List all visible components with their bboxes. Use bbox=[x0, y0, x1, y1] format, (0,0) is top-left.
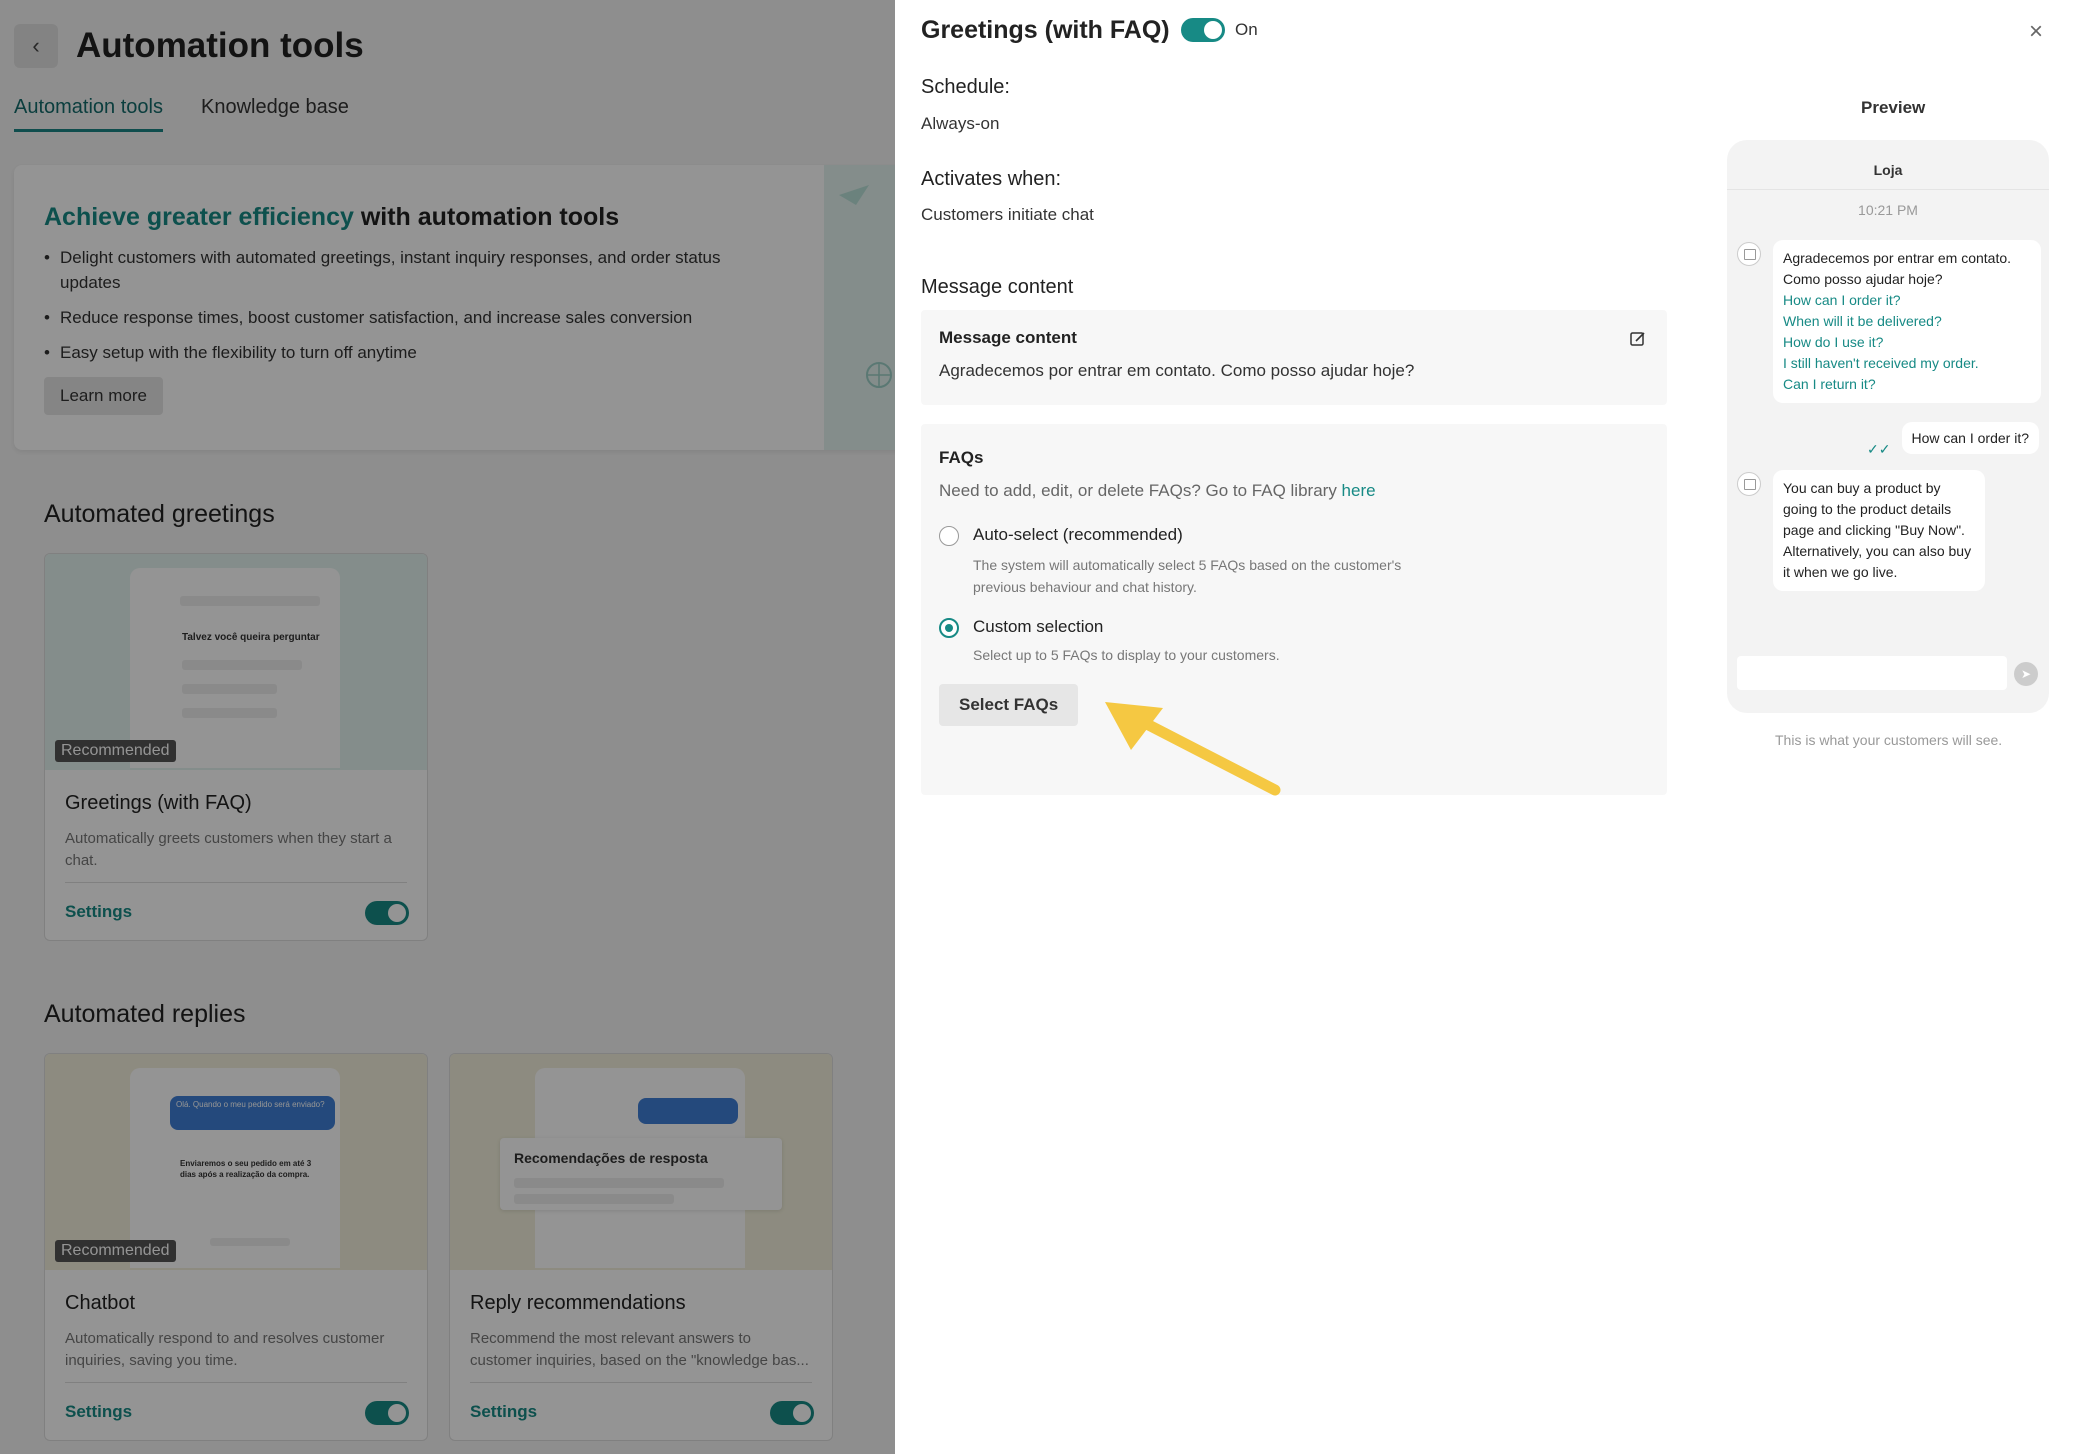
activates-value: Customers initiate chat bbox=[921, 205, 1094, 224]
read-check-icon: ✓✓ bbox=[1867, 441, 1891, 457]
faq-question[interactable]: Can I return it? bbox=[1783, 374, 2031, 395]
custom-selection-description: Select up to 5 FAQs to display to your c… bbox=[973, 647, 1280, 663]
faq-question[interactable]: I still haven't received my order. bbox=[1783, 353, 2031, 374]
auto-select-label[interactable]: Auto-select (recommended) bbox=[973, 525, 1183, 545]
shop-avatar-icon bbox=[1737, 242, 1761, 266]
toggle-label: On bbox=[1235, 20, 1258, 39]
preview-label: Preview bbox=[1861, 98, 1926, 117]
message-content-box: Message content Agradecemos por entrar e… bbox=[921, 310, 1667, 405]
greeting-bubble: Agradecemos por entrar em contato. Como … bbox=[1773, 240, 2041, 403]
schedule-label: Schedule: bbox=[921, 76, 1010, 98]
faq-hint-text: Need to add, edit, or delete FAQs? Go to… bbox=[939, 481, 1342, 500]
faq-question[interactable]: How do I use it? bbox=[1783, 332, 2031, 353]
activates-label: Activates when: bbox=[921, 168, 1062, 190]
message-time: 10:21 PM bbox=[1858, 202, 1918, 218]
annotation-arrow-icon bbox=[1105, 702, 1281, 796]
bot-reply-bubble: You can buy a product by going to the pr… bbox=[1773, 470, 1985, 591]
shop-avatar-icon bbox=[1737, 472, 1761, 496]
select-faqs-button[interactable]: Select FAQs bbox=[939, 684, 1079, 726]
send-icon: ➤ bbox=[2014, 662, 2038, 686]
auto-select-radio[interactable] bbox=[939, 526, 959, 546]
message-text: Agradecemos por entrar em contato. Como … bbox=[939, 361, 1415, 380]
chat-preview: Loja 10:21 PM Agradecemos por entrar em … bbox=[1727, 140, 2049, 713]
faq-settings-box: FAQs Need to add, edit, or delete FAQs? … bbox=[921, 424, 1667, 795]
modal-overlay[interactable] bbox=[0, 0, 895, 1454]
greetings-settings-drawer: Greetings (with FAQ) On × Schedule: Alwa… bbox=[895, 0, 2073, 1454]
message-section-title: Message content bbox=[921, 276, 1074, 298]
faq-question[interactable]: How can I order it? bbox=[1783, 290, 2031, 311]
auto-select-description: The system will automatically select 5 F… bbox=[973, 557, 1402, 595]
faq-hint: Need to add, edit, or delete FAQs? Go to… bbox=[939, 481, 1376, 501]
greeting-text: Agradecemos por entrar em contato. Como … bbox=[1783, 250, 2012, 287]
drawer-title: Greetings (with FAQ) bbox=[921, 16, 1170, 44]
close-icon[interactable]: × bbox=[2029, 18, 2043, 46]
custom-selection-label[interactable]: Custom selection bbox=[973, 617, 1103, 637]
preview-caption: This is what your customers will see. bbox=[1775, 732, 2003, 748]
chat-input bbox=[1737, 656, 2007, 690]
faq-question[interactable]: When will it be delivered? bbox=[1783, 311, 2031, 332]
faq-title: FAQs bbox=[939, 448, 984, 467]
user-message-bubble: How can I order it? bbox=[1901, 422, 2039, 454]
message-box-title: Message content bbox=[939, 328, 1077, 347]
enable-toggle[interactable] bbox=[1181, 18, 1225, 42]
faq-library-link[interactable]: here bbox=[1342, 481, 1376, 500]
shop-name: Loja bbox=[1727, 140, 2049, 190]
edit-icon[interactable] bbox=[1629, 330, 1647, 348]
custom-selection-radio[interactable] bbox=[939, 618, 959, 638]
schedule-value: Always-on bbox=[921, 114, 1000, 133]
